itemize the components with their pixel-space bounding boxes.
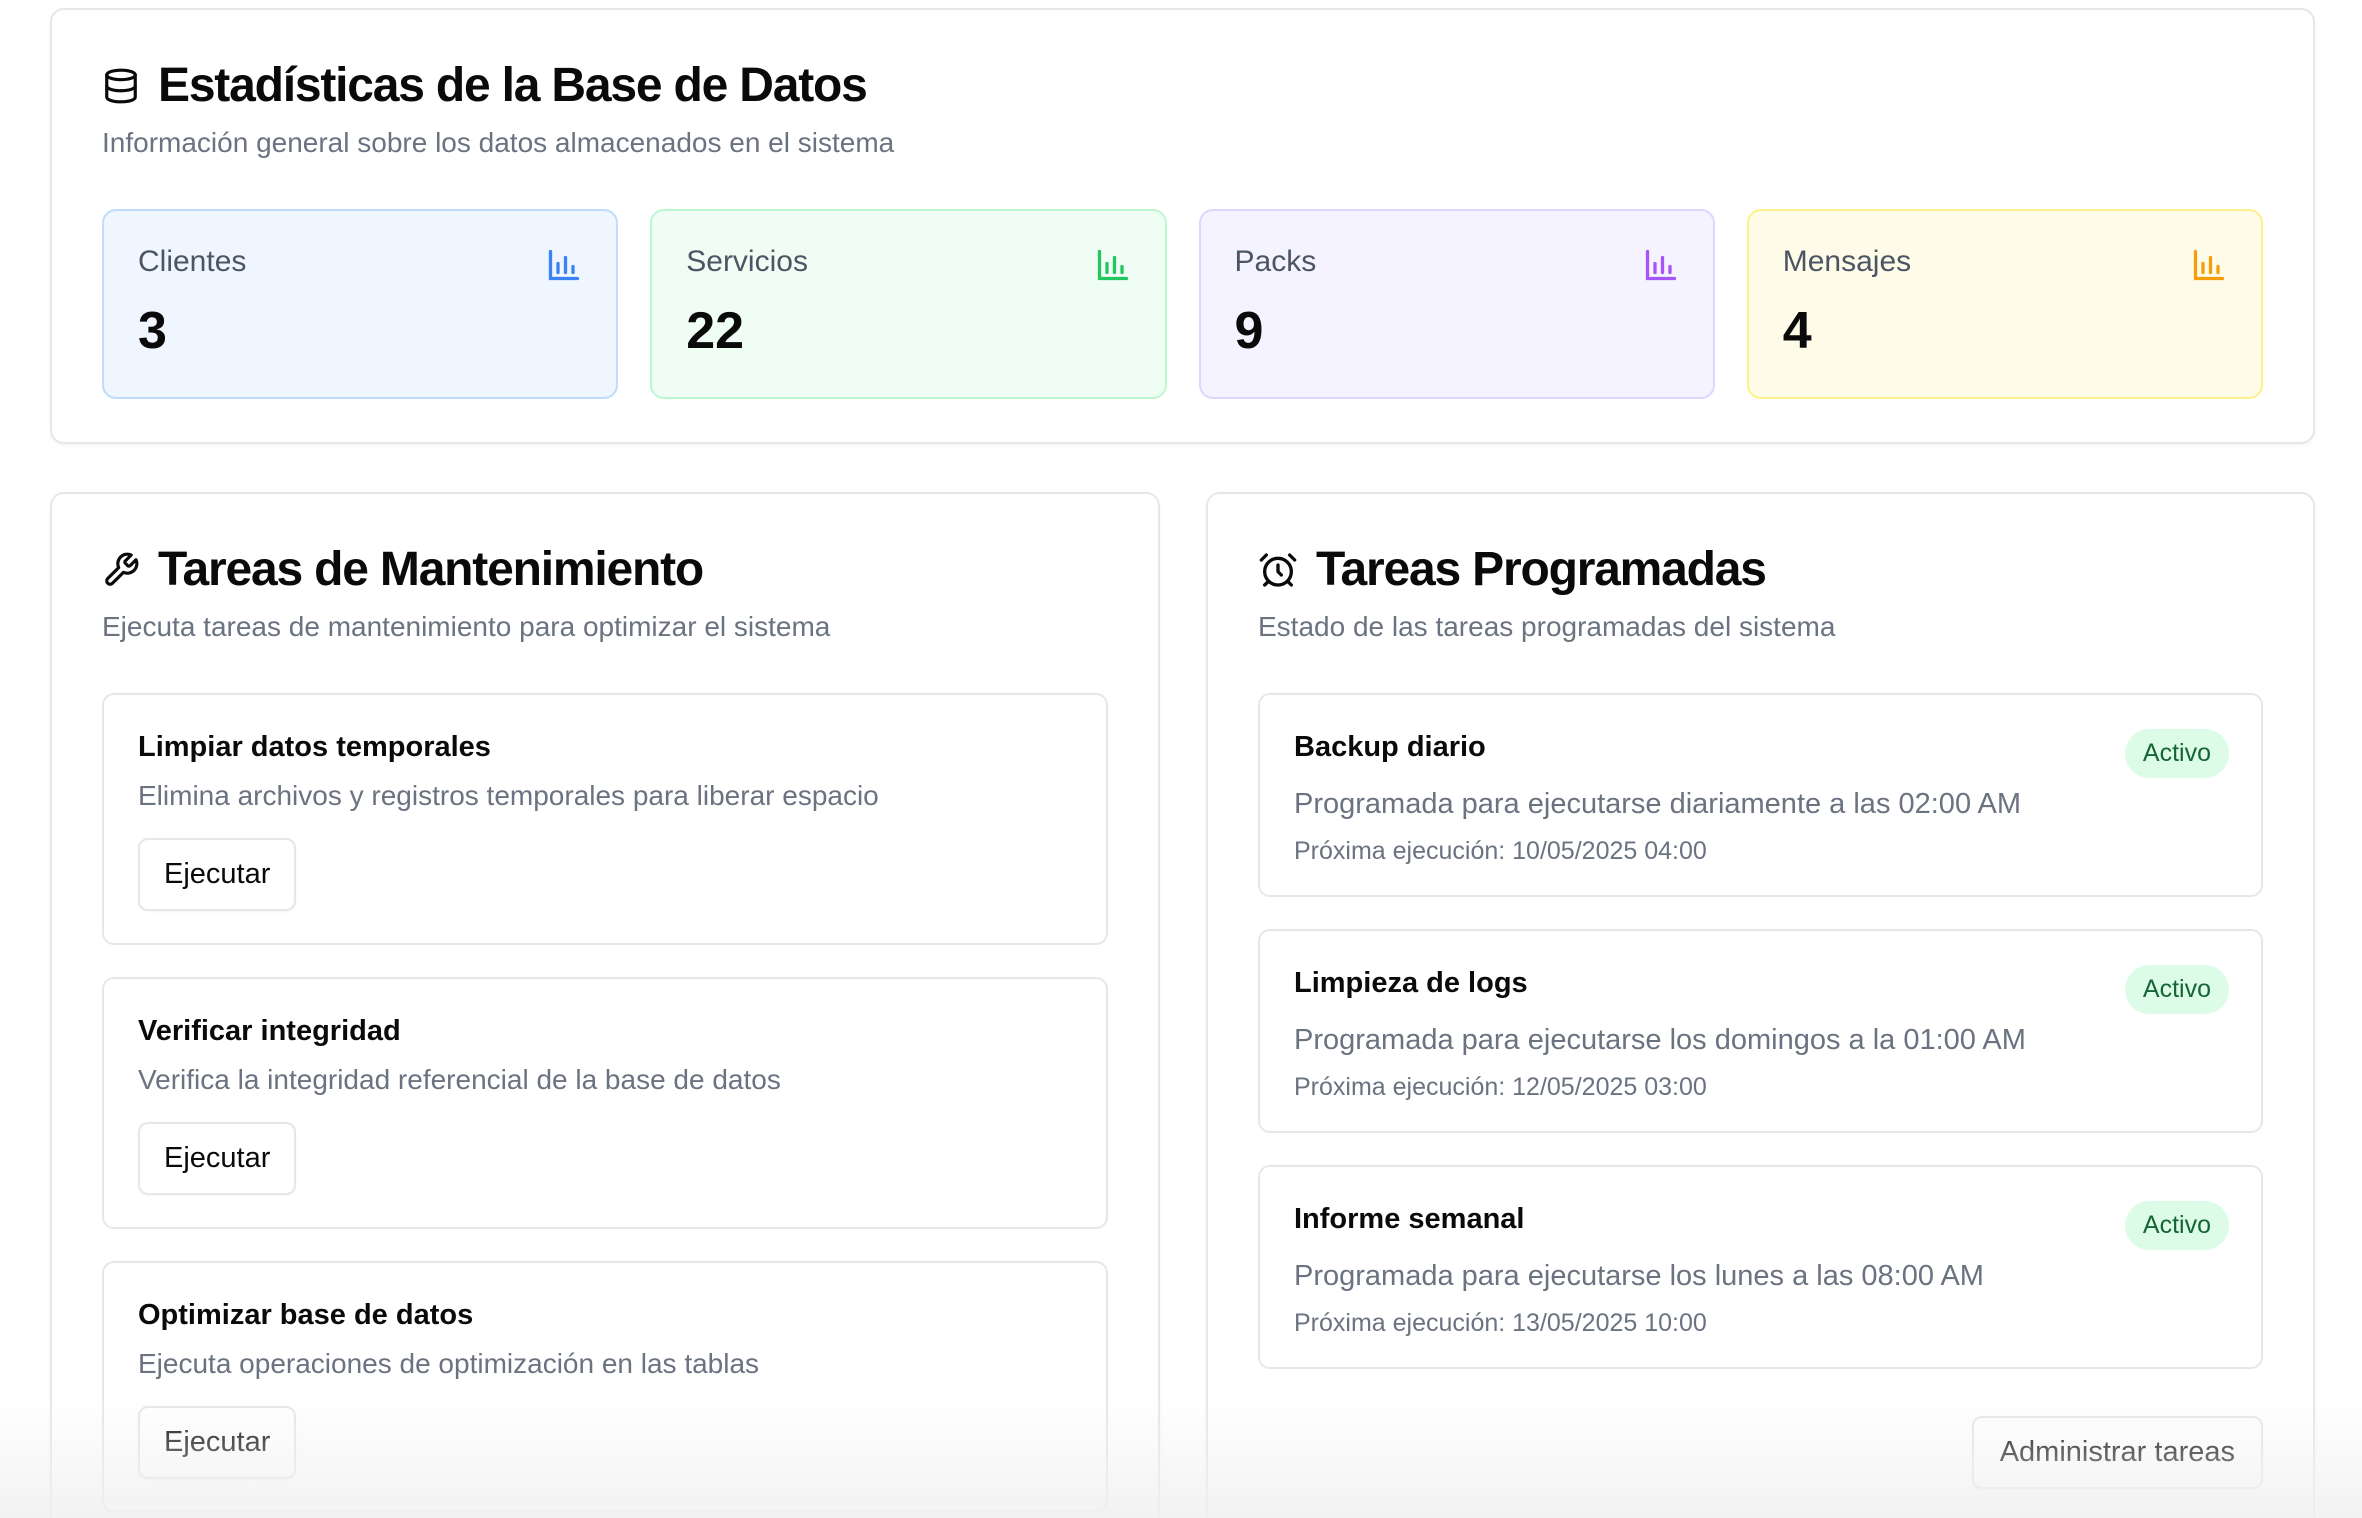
scheduled-task-name: Limpieza de logs (1294, 967, 1528, 999)
scheduled-task-name: Backup diario (1294, 731, 1486, 763)
maintenance-task: Verificar integridad Verifica la integri… (102, 977, 1108, 1229)
scheduled-tasks-card: Tareas Programadas Estado de las tareas … (1206, 492, 2315, 1518)
status-badge: Activo (2124, 1201, 2229, 1250)
maintenance-title-text: Tareas de Mantenimiento (158, 543, 704, 596)
scheduled-task-next-run: Próxima ejecución: 12/05/2025 03:00 (1294, 1073, 1707, 1101)
task-name: Limpiar datos temporales (138, 731, 491, 763)
scheduled-task-description: Programada para ejecutarse diariamente a… (1294, 788, 2022, 820)
task-name: Verificar integridad (138, 1015, 401, 1047)
task-description: Elimina archivos y registros temporales … (138, 780, 879, 811)
scheduled-title: Tareas Programadas (1258, 542, 2263, 597)
run-optimize-db-button[interactable]: Ejecutar (138, 1406, 297, 1479)
maintenance-subtitle: Ejecuta tareas de mantenimiento para opt… (102, 611, 831, 642)
scheduled-task-name: Informe semanal (1294, 1203, 1525, 1235)
stat-label: Clientes (138, 245, 247, 278)
maintenance-card: Tareas de Mantenimiento Ejecuta tareas d… (50, 492, 1160, 1518)
maintenance-task: Limpiar datos temporales Elimina archivo… (102, 693, 1108, 945)
bar-chart-icon (1645, 249, 1676, 281)
database-icon (105, 68, 137, 103)
maintenance-title: Tareas de Mantenimiento (102, 542, 1108, 597)
stats-row: Clientes 3 Servicios 22 Packs 9 Mensajes… (102, 209, 2263, 399)
page: Estadísticas de la Base de Datos Informa… (0, 0, 2362, 1518)
scheduled-task: Informe semanal Activo Programada para e… (1258, 1165, 2263, 1369)
scheduled-task-next-run: Próxima ejecución: 13/05/2025 10:00 (1294, 1309, 1707, 1337)
scheduled-subtitle: Estado de las tareas programadas del sis… (1258, 611, 1836, 642)
database-stats-card: Estadísticas de la Base de Datos Informa… (50, 8, 2315, 444)
scheduled-task: Limpieza de logs Activo Programada para … (1258, 929, 2263, 1133)
scheduled-task-next-run: Próxima ejecución: 10/05/2025 04:00 (1294, 837, 1707, 865)
stat-value: 3 (138, 302, 167, 360)
task-description: Ejecuta operaciones de optimización en l… (138, 1348, 760, 1379)
stats-title: Estadísticas de la Base de Datos (102, 58, 2263, 113)
run-clean-temp-button[interactable]: Ejecutar (138, 838, 297, 911)
stat-label: Packs (1234, 245, 1317, 278)
alarm-clock-icon (1259, 552, 1297, 587)
stat-value: 22 (686, 302, 745, 360)
manage-tasks-button[interactable]: Administrar tareas (1971, 1416, 2263, 1489)
wrench-icon (105, 552, 139, 586)
stat-clientes: Clientes 3 (102, 209, 619, 399)
maintenance-task: Optimizar base de datos Ejecuta operacio… (102, 1261, 1108, 1513)
scheduled-title-text: Tareas Programadas (1316, 543, 1767, 596)
task-name: Optimizar base de datos (138, 1299, 474, 1331)
scheduled-task: Backup diario Activo Programada para eje… (1258, 693, 2263, 897)
scheduled-task-description: Programada para ejecutarse los lunes a l… (1294, 1260, 1984, 1292)
maintenance-task-list: Limpiar datos temporales Elimina archivo… (102, 693, 1108, 1513)
bar-chart-icon (1097, 249, 1128, 281)
stat-servicios: Servicios 22 (650, 209, 1167, 399)
stat-mensajes: Mensajes 4 (1746, 209, 2263, 399)
bar-chart-icon (549, 249, 580, 281)
scheduled-task-description: Programada para ejecutarse los domingos … (1294, 1024, 2026, 1056)
task-description: Verifica la integridad referencial de la… (138, 1064, 781, 1095)
scheduled-task-list: Backup diario Activo Programada para eje… (1258, 693, 2263, 1369)
run-verify-integrity-button[interactable]: Ejecutar (138, 1122, 297, 1195)
stat-label: Servicios (686, 245, 808, 278)
stat-value: 9 (1234, 302, 1264, 360)
stat-value: 4 (1782, 302, 1812, 360)
status-badge: Activo (2124, 965, 2229, 1014)
stats-title-text: Estadísticas de la Base de Datos (158, 59, 868, 112)
bar-chart-icon (2193, 249, 2225, 281)
stats-subtitle: Información general sobre los datos alma… (102, 127, 895, 158)
status-badge: Activo (2124, 729, 2229, 778)
stat-packs: Packs 9 (1198, 209, 1715, 399)
stat-label: Mensajes (1782, 245, 1912, 278)
